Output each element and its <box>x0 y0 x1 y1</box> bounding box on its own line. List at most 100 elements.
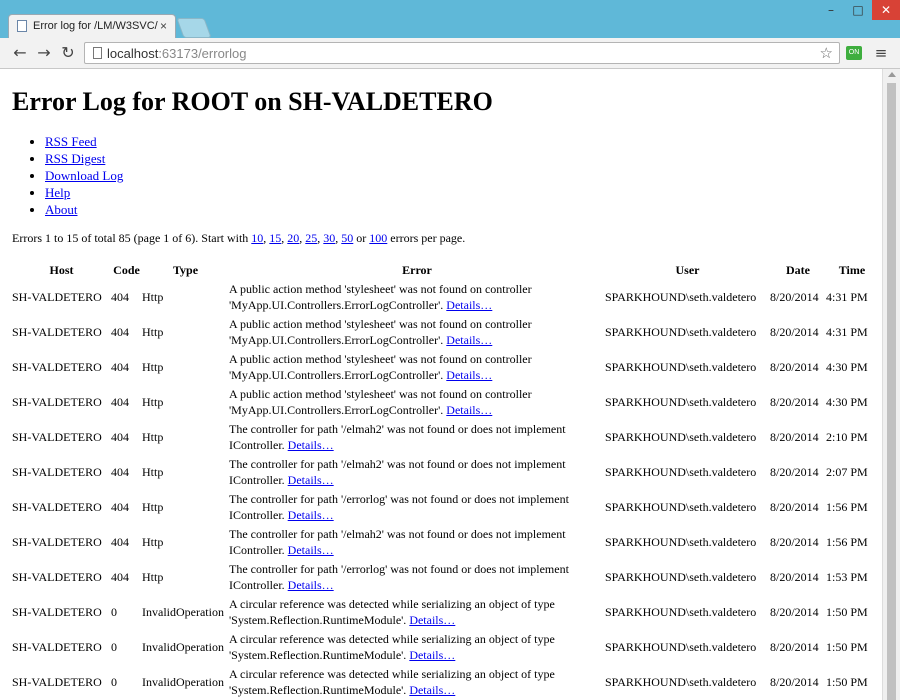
cell-host: SH-VALDETERO <box>12 394 102 409</box>
cell-host: SH-VALDETERO <box>12 359 102 374</box>
help-link[interactable]: Help <box>45 185 70 200</box>
cell-date: 8/20/2014 <box>770 359 819 374</box>
back-arrow-icon[interactable]: ← <box>10 43 30 63</box>
window-titlebar: Error log for /LM/W3SVC/ × – □ ✕ <box>0 0 900 38</box>
browser-tab[interactable]: Error log for /LM/W3SVC/ × <box>8 14 176 38</box>
pager-suffix: errors per page. <box>390 231 466 245</box>
cell-error: A circular reference was detected while … <box>229 594 605 629</box>
page-size-25-link[interactable]: 25 <box>305 231 317 245</box>
scrollbar-thumb[interactable] <box>887 83 896 700</box>
cell-user: SPARKHOUND\seth.valdetero <box>605 569 757 584</box>
cell-error: A circular reference was detected while … <box>229 664 605 699</box>
details-link[interactable]: Details… <box>409 613 455 627</box>
cell-user: SPARKHOUND\seth.valdetero <box>605 674 757 689</box>
header-type: Type <box>172 262 199 277</box>
cell-time: 1:56 PM <box>826 499 868 514</box>
cell-user: SPARKHOUND\seth.valdetero <box>605 324 757 339</box>
tab-title: Error log for /LM/W3SVC/ <box>33 20 158 32</box>
error-message: A circular reference was detected while … <box>229 596 555 627</box>
details-link[interactable]: Details… <box>288 578 334 592</box>
cell-host: SH-VALDETERO <box>12 534 102 549</box>
table-body: SH-VALDETERO 404 Http A public action metho… <box>12 279 878 699</box>
page-size-100-link[interactable]: 100 <box>369 231 387 245</box>
extension-on-icon[interactable]: ON <box>846 46 862 60</box>
table-row: SH-VALDETERO 0 InvalidOperation A circular … <box>12 594 878 629</box>
cell-error: A public action method 'stylesheet' was … <box>229 279 605 314</box>
cell-type: Http <box>142 359 164 374</box>
header-user: User <box>675 262 700 277</box>
cell-host: SH-VALDETERO <box>12 289 102 304</box>
bookmark-star-icon[interactable]: ☆ <box>820 44 833 62</box>
address-bar[interactable]: localhost:63173/errorlog ☆ <box>84 42 840 64</box>
rss-digest-link[interactable]: RSS Digest <box>45 151 105 166</box>
cell-error: The controller for path '/errorlog' was … <box>229 489 605 524</box>
forward-arrow-icon[interactable]: → <box>34 43 54 63</box>
error-message: The controller for path '/elmah2' was no… <box>229 456 566 487</box>
cell-error: A public action method 'stylesheet' was … <box>229 349 605 384</box>
page-size-20-link[interactable]: 20 <box>287 231 299 245</box>
cell-time: 4:31 PM <box>826 289 868 304</box>
cell-error: The controller for path '/errorlog' was … <box>229 559 605 594</box>
header-error: Error <box>402 262 432 277</box>
close-window-button[interactable]: ✕ <box>872 0 900 20</box>
about-link[interactable]: About <box>45 202 78 217</box>
pager: Errors 1 to 15 of total 85 (page 1 of 6)… <box>12 231 466 245</box>
cell-code: 404 <box>111 324 129 339</box>
details-link[interactable]: Details… <box>446 403 492 417</box>
details-link[interactable]: Details… <box>446 298 492 312</box>
table-row: SH-VALDETERO 404 Http A public action metho… <box>12 384 878 419</box>
cell-host: SH-VALDETERO <box>12 604 102 619</box>
cell-time: 1:56 PM <box>826 534 868 549</box>
cell-time: 4:30 PM <box>826 394 868 409</box>
table-row: SH-VALDETERO 404 Http A public action metho… <box>12 314 878 349</box>
details-link[interactable]: Details… <box>446 368 492 382</box>
details-link[interactable]: Details… <box>288 543 334 557</box>
cell-code: 404 <box>111 394 129 409</box>
details-link[interactable]: Details… <box>288 508 334 522</box>
error-message: A circular reference was detected while … <box>229 631 555 662</box>
download-log-link[interactable]: Download Log <box>45 168 123 183</box>
vertical-scrollbar[interactable] <box>882 69 900 700</box>
error-log-table: Host Code Type Error User Date Time SH-V… <box>12 261 878 699</box>
table-header-row: Host Code Type Error User Date Time <box>12 261 878 279</box>
cell-user: SPARKHOUND\seth.valdetero <box>605 359 757 374</box>
page-size-15-link[interactable]: 15 <box>269 231 281 245</box>
cell-date: 8/20/2014 <box>770 639 819 654</box>
error-message: A circular reference was detected while … <box>229 666 555 697</box>
cell-code: 0 <box>111 604 117 619</box>
cell-host: SH-VALDETERO <box>12 499 102 514</box>
cell-type: Http <box>142 289 164 304</box>
details-link[interactable]: Details… <box>446 333 492 347</box>
reload-icon[interactable]: ↻ <box>58 43 78 63</box>
nav-links: RSS Feed RSS Digest Download Log Help Ab… <box>12 133 123 218</box>
scroll-up-arrow-icon[interactable] <box>888 72 896 77</box>
minimize-button[interactable]: – <box>818 0 844 20</box>
details-link[interactable]: Details… <box>409 683 455 697</box>
cell-error: A circular reference was detected while … <box>229 629 605 664</box>
page-size-10-link[interactable]: 10 <box>251 231 263 245</box>
cell-code: 404 <box>111 289 129 304</box>
cell-user: SPARKHOUND\seth.valdetero <box>605 499 757 514</box>
cell-error: The controller for path '/elmah2' was no… <box>229 524 605 559</box>
details-link[interactable]: Details… <box>409 648 455 662</box>
pager-or: or <box>356 231 367 245</box>
cell-user: SPARKHOUND\seth.valdetero <box>605 639 757 654</box>
rss-feed-link[interactable]: RSS Feed <box>45 134 97 149</box>
cell-type: Http <box>142 569 164 584</box>
cell-date: 8/20/2014 <box>770 604 819 619</box>
page-size-30-link[interactable]: 30 <box>323 231 335 245</box>
cell-type: Http <box>142 464 164 479</box>
menu-icon[interactable]: ≡ <box>872 43 890 63</box>
new-tab-button[interactable] <box>176 18 212 38</box>
details-link[interactable]: Details… <box>288 473 334 487</box>
table-row: SH-VALDETERO 0 InvalidOperation A circular … <box>12 629 878 664</box>
maximize-button[interactable]: □ <box>845 0 871 20</box>
cell-date: 8/20/2014 <box>770 499 819 514</box>
cell-code: 0 <box>111 674 117 689</box>
page-size-50-link[interactable]: 50 <box>341 231 353 245</box>
cell-type: Http <box>142 499 164 514</box>
tab-close-icon[interactable]: × <box>160 19 167 33</box>
details-link[interactable]: Details… <box>288 438 334 452</box>
cell-host: SH-VALDETERO <box>12 639 102 654</box>
cell-date: 8/20/2014 <box>770 534 819 549</box>
